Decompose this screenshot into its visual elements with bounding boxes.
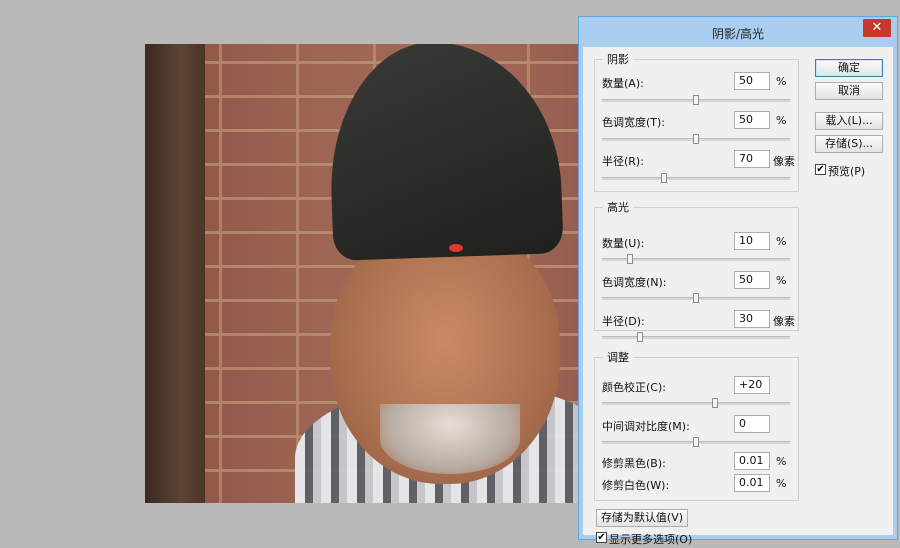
black-clip-label: 修剪黑色(B): [602,457,666,470]
white-clip-label: 修剪白色(W): [602,479,670,492]
wooden-door [145,44,205,503]
highlights-radius-unit: 像素 [773,315,795,328]
color-correction-slider[interactable] [602,398,790,408]
black-clip-unit: % [776,455,787,468]
preview-label: 预览(P) [828,165,866,178]
load-button[interactable]: 载入(L)... [815,112,883,130]
shadows-amount-thumb[interactable] [693,95,699,105]
color-correction-label: 颜色校正(C): [602,381,666,394]
color-correction-input[interactable]: +20 [734,376,770,394]
highlights-radius-label: 半径(D): [602,315,645,328]
shadows-radius-input[interactable]: 70 [734,150,770,168]
document-canvas-photo [145,44,579,503]
show-more-options-label: 显示更多选项(O) [609,533,693,546]
shadows-amount-unit: % [776,75,787,88]
shadows-legend: 阴影 [607,53,629,66]
shadows-amount-label: 数量(A): [602,77,644,90]
black-clip-input[interactable]: 0.01 [734,452,770,470]
shadows-amount-slider[interactable] [602,95,790,105]
dialog-body: 阴影 数量(A): 50 % 色调宽度(T): 50 % 半径(R): 70 像… [584,47,892,546]
close-button[interactable]: ✕ [863,19,891,37]
highlights-radius-input[interactable]: 30 [734,310,770,328]
ok-button[interactable]: 确定 [815,59,883,77]
highlights-radius-thumb[interactable] [636,332,643,342]
midtone-contrast-label: 中间调对比度(M): [602,420,690,433]
midtone-contrast-thumb[interactable] [693,437,699,447]
highlights-amount-slider[interactable] [602,254,790,264]
white-clip-unit: % [776,477,787,490]
shadows-amount-input[interactable]: 50 [734,72,770,90]
white-clip-input[interactable]: 0.01 [734,474,770,492]
save-defaults-button[interactable]: 存储为默认值(V) [596,509,688,527]
shadows-radius-unit: 像素 [773,155,795,168]
save-button[interactable]: 存储(S)... [815,135,883,153]
highlights-amount-label: 数量(U): [602,237,645,250]
beard [380,404,520,474]
shadows-tonal-width-thumb[interactable] [693,134,699,144]
show-more-check-icon: ✔ [596,532,607,543]
highlights-legend: 高光 [607,201,629,214]
highlights-amount-input[interactable]: 10 [734,232,770,250]
close-icon: ✕ [871,20,883,35]
shadow-highlight-dialog: 阴影/高光 ✕ 阴影 数量(A): 50 % 色调宽度(T): 50 % 半径(… [578,16,898,546]
red-mark [449,244,463,252]
shadows-tonal-width-unit: % [776,114,787,127]
highlights-tonal-width-label: 色调宽度(N): [602,276,667,289]
shadows-radius-thumb[interactable] [661,173,668,183]
highlights-radius-slider[interactable] [602,332,790,342]
highlights-tonal-width-slider[interactable] [602,293,790,303]
adjustments-legend: 调整 [607,351,629,364]
dialog-title: 阴影/高光 [711,27,765,41]
cancel-button[interactable]: 取消 [815,82,883,100]
dialog-titlebar[interactable]: 阴影/高光 ✕ [579,17,897,47]
highlights-tonal-width-unit: % [776,274,787,287]
highlights-amount-unit: % [776,235,787,248]
shadows-tonal-width-label: 色调宽度(T): [602,116,666,129]
midtone-contrast-slider[interactable] [602,437,790,447]
midtone-contrast-input[interactable]: 0 [734,415,770,433]
shadows-tonal-width-slider[interactable] [602,134,790,144]
highlights-amount-thumb[interactable] [627,254,634,264]
color-correction-thumb[interactable] [711,398,718,408]
shadows-radius-label: 半径(R): [602,155,644,168]
highlights-tonal-width-thumb[interactable] [693,293,699,303]
shadows-tonal-width-input[interactable]: 50 [734,111,770,129]
shadows-radius-slider[interactable] [602,173,790,183]
preview-check-icon: ✔ [815,164,826,175]
highlights-tonal-width-input[interactable]: 50 [734,271,770,289]
